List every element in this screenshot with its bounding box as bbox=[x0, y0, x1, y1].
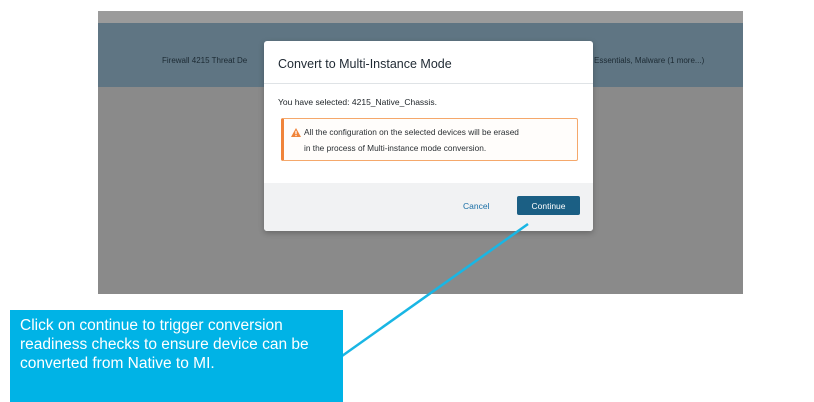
top-strip bbox=[98, 11, 743, 23]
callout-text: Click on continue to trigger conversion … bbox=[20, 317, 309, 372]
device-row-left-text: Firewall 4215 Threat De bbox=[162, 56, 248, 65]
warning-text-line-2: in the process of Multi-instance mode co… bbox=[304, 143, 487, 153]
warning-text-line-1: All the configuration on the selected de… bbox=[304, 127, 519, 137]
instruction-callout: Click on continue to trigger conversion … bbox=[10, 310, 343, 402]
dialog-footer: Cancel Continue bbox=[264, 183, 593, 231]
warning-triangle-icon bbox=[291, 128, 301, 137]
dialog-divider bbox=[264, 83, 593, 84]
dialog-title: Convert to Multi-Instance Mode bbox=[278, 57, 452, 71]
continue-button[interactable]: Continue bbox=[517, 196, 580, 215]
warning-alert: All the configuration on the selected de… bbox=[281, 118, 578, 161]
device-row-right-text: Essentials, Malware (1 more...) bbox=[594, 56, 705, 65]
cancel-button[interactable]: Cancel bbox=[463, 201, 489, 211]
selected-device-text: You have selected: 4215_Native_Chassis. bbox=[278, 97, 437, 107]
convert-dialog: Convert to Multi-Instance Mode You have … bbox=[264, 41, 593, 231]
